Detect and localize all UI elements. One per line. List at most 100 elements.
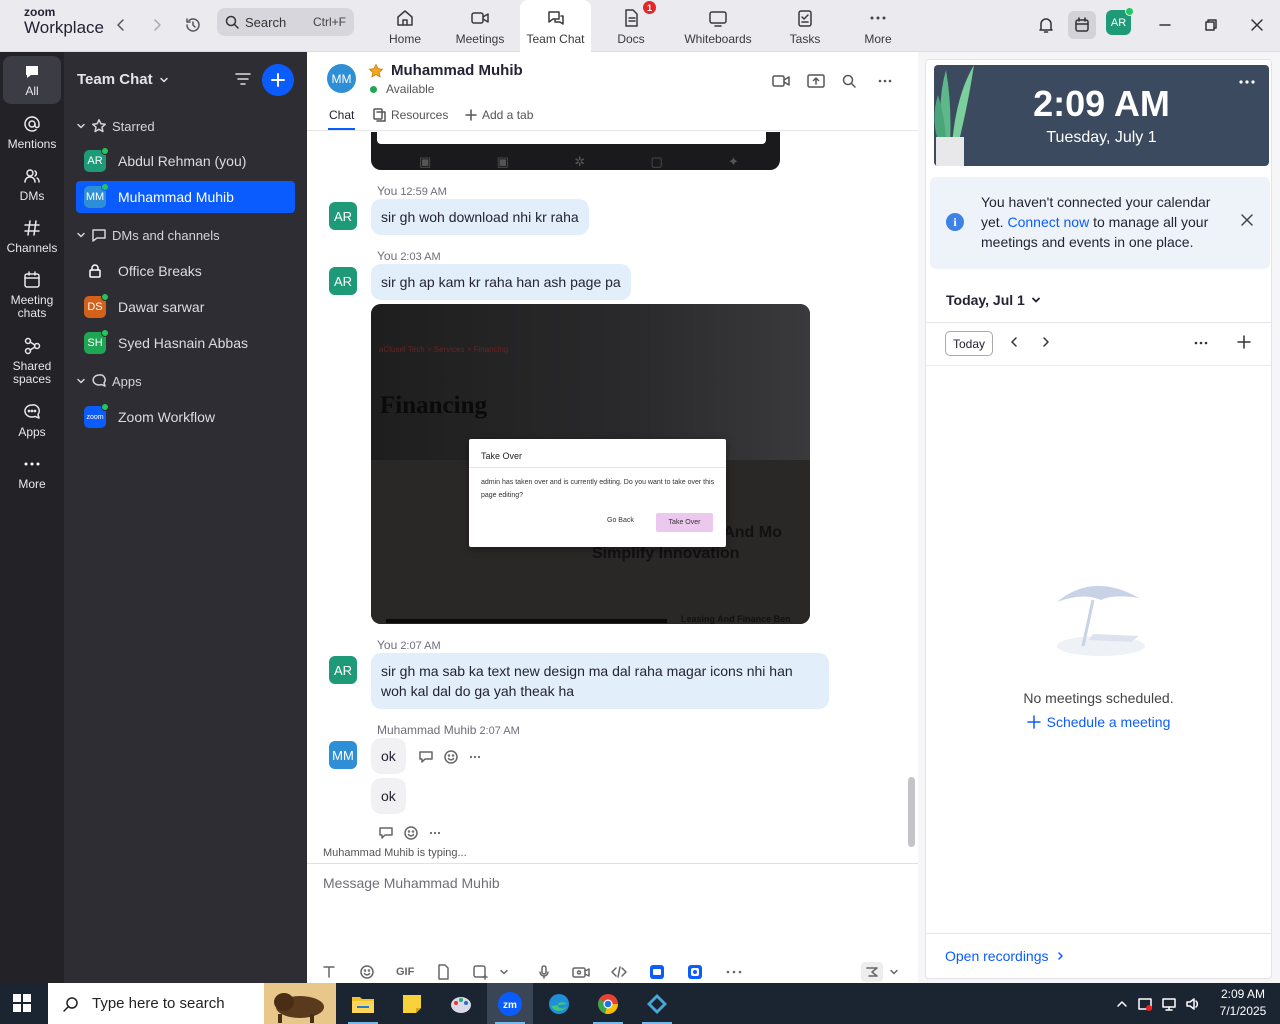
add-event-icon[interactable] (1237, 335, 1251, 349)
tab-whiteboards[interactable]: Whiteboards (679, 0, 757, 52)
sidebar-item-syed-hasnain-abbas[interactable]: SH Syed Hasnain Abbas (76, 327, 295, 359)
today-button[interactable]: Today (945, 331, 993, 356)
sidebar-item-dawar-sarwar[interactable]: DS Dawar sarwar (76, 291, 295, 323)
tab-team-chat[interactable]: Team Chat (520, 0, 591, 52)
screenshot-attachment[interactable]: aClusel Tech > Services > Financing Fina… (371, 304, 810, 624)
avatar[interactable]: AR (329, 202, 357, 230)
more-dots-icon[interactable] (468, 750, 482, 764)
message-bubble[interactable]: sir gh ap kam kr raha han ash page pa (371, 264, 631, 300)
sidebar-title[interactable]: Team Chat (77, 71, 169, 88)
taskbar-search-input[interactable]: Type here to search (48, 983, 336, 1024)
tab-more[interactable]: More (857, 0, 899, 52)
avatar[interactable]: AR (329, 656, 357, 684)
video-call-icon[interactable] (770, 70, 792, 92)
message-scrollbar[interactable] (908, 132, 916, 863)
taskbar-clock[interactable]: 2:09 AM 7/1/2025 (1212, 986, 1274, 1020)
sidebar-item-office-breaks[interactable]: Office Breaks (76, 255, 295, 287)
more-dots-icon[interactable] (725, 962, 743, 982)
volume-icon[interactable] (1185, 996, 1201, 1012)
notifications-bell-icon[interactable] (1032, 11, 1060, 39)
schedule-meeting-link[interactable]: Schedule a meeting (926, 714, 1271, 730)
section-dms-and-channels[interactable]: DMs and channels (76, 225, 220, 245)
add-reaction-icon[interactable] (403, 825, 419, 841)
add-tab-button[interactable]: Add a tab (465, 108, 533, 122)
chevron-down-icon[interactable] (889, 962, 899, 982)
forward-arrow-icon[interactable] (145, 13, 169, 37)
message-bubble[interactable]: sir gh ma sab ka text new design ma dal … (371, 653, 829, 709)
restore-icon[interactable] (1197, 11, 1225, 39)
star-filled-icon[interactable] (368, 63, 384, 79)
sticky-notes-icon[interactable] (389, 983, 435, 1024)
rail-shared-spaces[interactable]: Shared spaces (0, 336, 64, 386)
minimize-icon[interactable] (1151, 11, 1179, 39)
tab-chat[interactable]: Chat (329, 108, 354, 122)
tab-tasks[interactable]: Tasks (782, 0, 828, 52)
tab-meetings[interactable]: Meetings (449, 0, 511, 52)
more-dots-icon[interactable] (1194, 341, 1208, 345)
edge-browser-icon[interactable] (536, 983, 582, 1024)
history-icon[interactable] (181, 13, 205, 37)
rail-meeting-chats[interactable]: Meeting chats (0, 270, 64, 320)
message-bubble[interactable]: sir gh woh download nhi kr raha (371, 199, 589, 235)
more-dots-icon[interactable] (428, 826, 442, 840)
code-snippet-icon[interactable] (610, 962, 628, 982)
close-window-icon[interactable] (1243, 11, 1271, 39)
calendar-day-selector[interactable]: Today, Jul 1 (946, 292, 1041, 308)
sidebar-item-muhammad-muhib[interactable]: MM Muhammad Muhib (76, 181, 295, 213)
network-icon[interactable] (1161, 996, 1177, 1012)
chrome-browser-icon[interactable] (585, 983, 631, 1024)
search-icon[interactable] (838, 70, 860, 92)
more-options-icon[interactable] (874, 70, 896, 92)
chevron-up-icon[interactable] (1115, 997, 1129, 1011)
zoom-app-icon[interactable]: zm (487, 983, 533, 1024)
add-reaction-icon[interactable] (443, 749, 459, 765)
contact-avatar[interactable]: MM (327, 64, 356, 93)
avatar[interactable]: AR (329, 267, 357, 295)
tab-docs[interactable]: Docs 1 (605, 0, 657, 52)
close-icon[interactable] (1240, 213, 1254, 227)
windows-start-icon[interactable] (12, 993, 34, 1015)
app-icon[interactable] (634, 983, 680, 1024)
emoji-icon[interactable] (359, 962, 375, 982)
gif-button[interactable]: GIF (396, 962, 414, 982)
rail-mentions[interactable]: Mentions (0, 114, 64, 151)
profile-avatar[interactable]: AR (1106, 7, 1134, 35)
message-input[interactable]: Message Muhammad Muhib (323, 875, 500, 891)
connect-now-link[interactable]: Connect now (1007, 214, 1089, 230)
file-attach-icon[interactable] (435, 962, 451, 982)
new-chat-button[interactable] (262, 64, 294, 96)
screenshot-icon[interactable] (472, 962, 488, 982)
avatar[interactable]: MM (329, 741, 357, 769)
message-composer[interactable]: Message Muhammad Muhib GIF (307, 863, 918, 983)
scrollbar-thumb[interactable] (908, 777, 915, 847)
app-shortcut-icon[interactable] (649, 962, 665, 982)
open-recordings-link[interactable]: Open recordings (945, 948, 1065, 964)
filter-icon[interactable] (233, 69, 255, 91)
reply-thread-icon[interactable] (418, 749, 434, 765)
video-message-icon[interactable] (572, 962, 590, 982)
send-icon[interactable] (861, 962, 883, 982)
contact-name[interactable]: Muhammad Muhib (391, 62, 523, 79)
calendar-panel-icon[interactable] (1068, 11, 1096, 39)
rail-channels[interactable]: Channels (0, 218, 64, 255)
message-bubble[interactable]: ok (371, 738, 406, 774)
rail-all[interactable]: All (3, 56, 61, 104)
message-bubble[interactable]: ok (371, 778, 406, 814)
chevron-down-icon[interactable] (499, 962, 509, 982)
section-apps[interactable]: Apps (76, 371, 142, 391)
rail-apps[interactable]: Apps (0, 402, 64, 439)
back-arrow-icon[interactable] (109, 13, 133, 37)
paint-icon[interactable] (438, 983, 484, 1024)
previous-image-attachment[interactable]: ▣ ▣ ✲ ▢ ✦ (371, 132, 780, 170)
app-shortcut-icon[interactable] (687, 962, 703, 982)
tab-resources[interactable]: Resources (372, 108, 448, 122)
file-explorer-icon[interactable] (340, 983, 386, 1024)
share-screen-icon[interactable] (805, 70, 827, 92)
reply-thread-icon[interactable] (378, 825, 394, 841)
text-format-icon[interactable] (321, 962, 337, 982)
sidebar-item-zoom-workflow[interactable]: zoom Zoom Workflow (76, 401, 295, 433)
microphone-icon[interactable] (536, 962, 552, 982)
rail-dms[interactable]: DMs (0, 166, 64, 203)
more-dots-icon[interactable] (1239, 79, 1255, 85)
sidebar-item-abdul-rehman[interactable]: AR Abdul Rehman (you) (76, 145, 295, 177)
